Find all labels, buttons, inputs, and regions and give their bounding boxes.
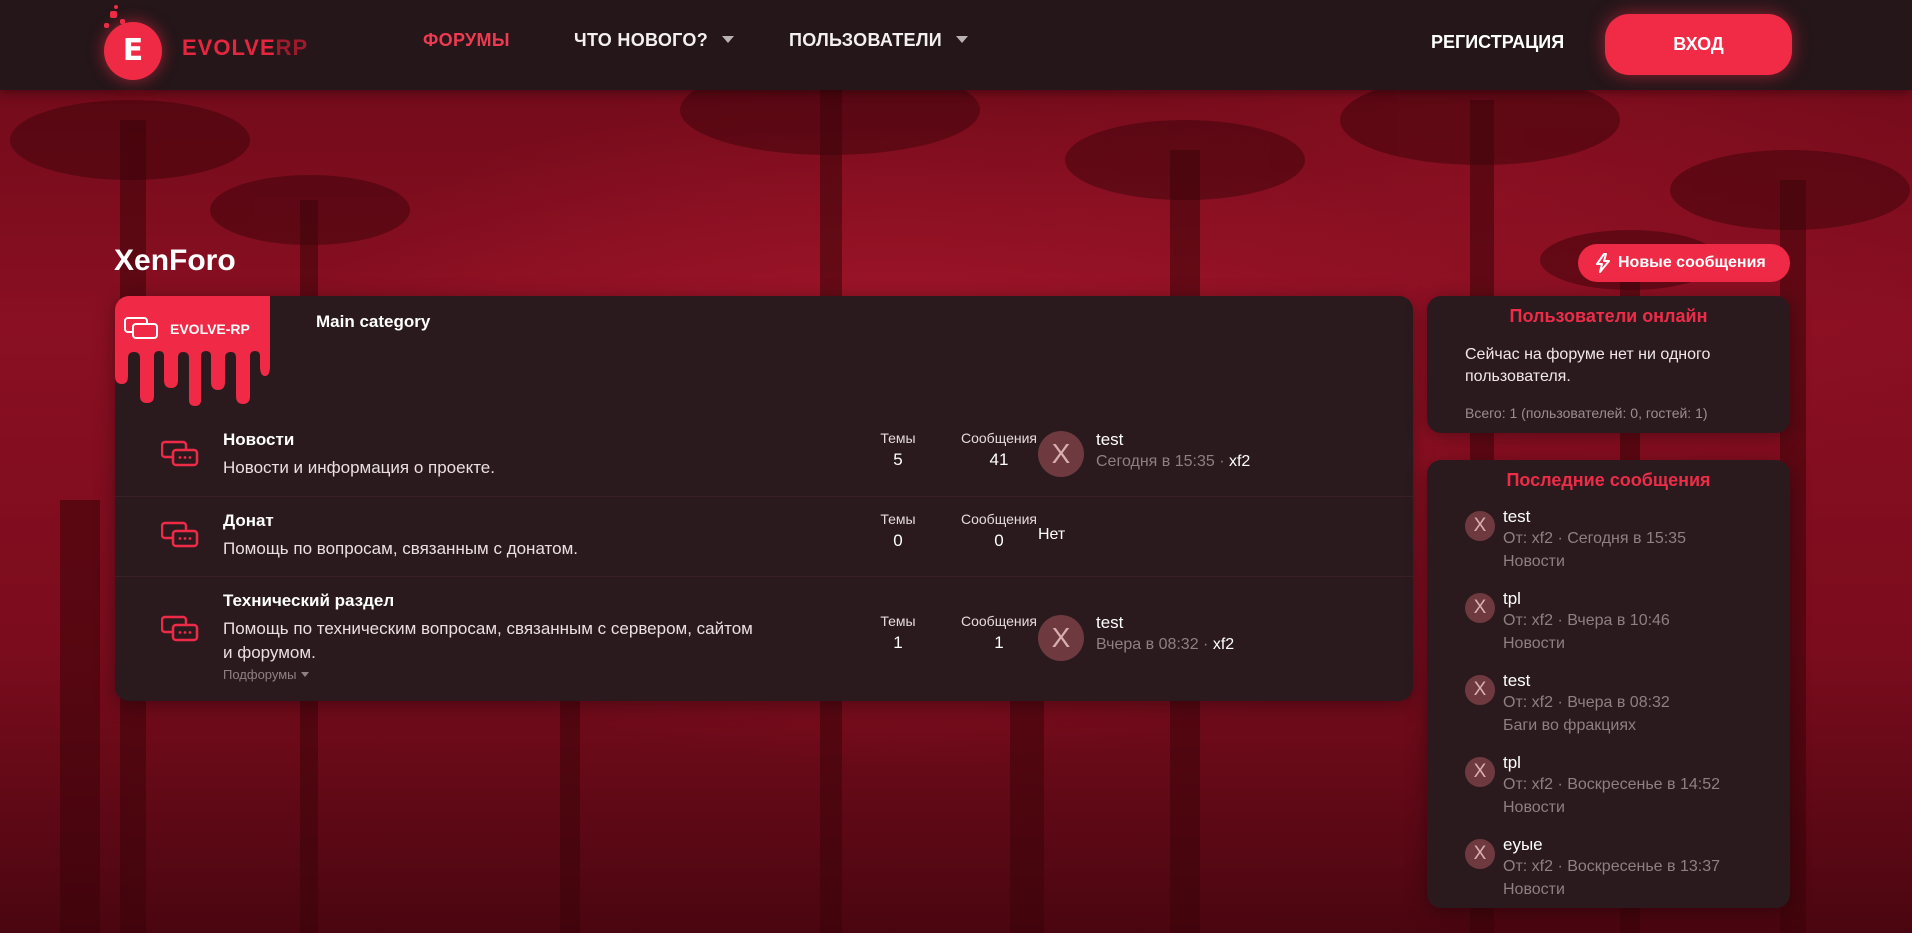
category-banner: EVOLVE-RP bbox=[115, 296, 270, 406]
logo-text-main: EVOLVE bbox=[182, 35, 276, 60]
logo-particle bbox=[110, 11, 117, 18]
online-users-text: Сейчас на форуме нет ни одного пользоват… bbox=[1465, 346, 1711, 385]
latest-post-title[interactable]: tpl bbox=[1503, 589, 1521, 609]
latest-post-item: X tpl От: xf2 · Воскресенье в 14:52 Ново… bbox=[1465, 753, 1765, 823]
avatar[interactable]: X bbox=[1465, 839, 1495, 869]
forum-node-technical: Технический раздел Помощь по техническим… bbox=[115, 576, 1413, 701]
forum-node-description: Помощь по техническим вопросам, связанны… bbox=[223, 617, 833, 665]
latest-post-forum[interactable]: Новости bbox=[1503, 553, 1565, 571]
register-link[interactable]: РЕГИСТРАЦИЯ bbox=[1431, 32, 1564, 53]
latest-post-item: X tpl От: xf2 · Вчера в 10:46 Новости bbox=[1465, 589, 1765, 659]
messages-label: Сообщения bbox=[961, 511, 1037, 527]
site-logo[interactable]: E EVOLVERP bbox=[100, 5, 320, 80]
logo-text-accent: RP bbox=[275, 35, 309, 60]
bolt-icon bbox=[1596, 253, 1610, 273]
threads-count: 5 bbox=[893, 450, 903, 469]
online-users-title[interactable]: Пользователи онлайн bbox=[1427, 306, 1790, 327]
login-button[interactable]: ВХОД bbox=[1605, 14, 1792, 75]
nav-members[interactable]: ПОЛЬЗОВАТЕЛИ bbox=[789, 30, 969, 51]
last-post-user[interactable]: xf2 bbox=[1229, 453, 1250, 470]
latest-posts-title[interactable]: Последние сообщения bbox=[1427, 470, 1790, 491]
new-posts-label: Новые сообщения bbox=[1618, 254, 1766, 271]
description-line: Помощь по техническим вопросам, связанны… bbox=[223, 619, 753, 638]
latest-post-forum[interactable]: Новости bbox=[1503, 881, 1565, 899]
last-post-user[interactable]: xf2 bbox=[1213, 636, 1234, 653]
forum-chat-icon bbox=[161, 615, 199, 642]
avatar[interactable]: X bbox=[1465, 757, 1495, 787]
forum-node-description: Помощь по вопросам, связанным с донатом. bbox=[223, 539, 578, 558]
page-title: XenForo bbox=[114, 244, 236, 277]
latest-post-item: X test От: xf2 · Сегодня в 15:35 Новости bbox=[1465, 507, 1765, 577]
logo-particle bbox=[114, 5, 118, 9]
forum-category-panel: EVOLVE-RP Main category Новости Новости … bbox=[115, 296, 1413, 701]
caret-down-icon[interactable] bbox=[956, 36, 969, 43]
latest-posts-block: Последние сообщения X test От: xf2 · Сег… bbox=[1427, 460, 1790, 908]
nav-members-label: ПОЛЬЗОВАТЕЛИ bbox=[789, 30, 943, 50]
forum-node-news: Новости Новости и информация о проекте. … bbox=[115, 416, 1413, 496]
nav-whats-new[interactable]: ЧТО НОВОГО? bbox=[574, 30, 735, 51]
forum-node-title[interactable]: Новости bbox=[223, 430, 294, 450]
subforums-label: Подфорумы bbox=[223, 667, 297, 682]
last-post-title[interactable]: test bbox=[1096, 430, 1123, 450]
forum-node-title[interactable]: Технический раздел bbox=[223, 591, 394, 611]
description-line: и форумом. bbox=[223, 643, 316, 662]
threads-stat: Темы 5 bbox=[862, 430, 934, 470]
threads-label: Темы bbox=[880, 430, 916, 446]
last-post-time[interactable]: Вчера в 08:32 bbox=[1096, 636, 1199, 653]
forum-node-title[interactable]: Донат bbox=[223, 511, 274, 531]
subforums-toggle[interactable]: Подфорумы bbox=[223, 667, 309, 682]
nav-forums[interactable]: ФОРУМЫ bbox=[423, 30, 510, 51]
forum-chat-icon bbox=[161, 521, 199, 548]
latest-post-item: X eyыe От: xf2 · Воскресенье в 13:37 Нов… bbox=[1465, 835, 1765, 905]
last-post-meta: Вчера в 08:32 · xf2 bbox=[1096, 636, 1235, 653]
latest-post-forum[interactable]: Баги во фракциях bbox=[1503, 717, 1636, 735]
latest-post-title[interactable]: tpl bbox=[1503, 753, 1521, 773]
last-post-meta: Сегодня в 15:35 · xf2 bbox=[1096, 453, 1251, 470]
latest-post-title[interactable]: test bbox=[1503, 671, 1530, 691]
no-last-post: Нет bbox=[1038, 526, 1066, 543]
forum-node-description: Новости и информация о проекте. bbox=[223, 458, 495, 477]
logo-drop-icon: E bbox=[104, 22, 162, 80]
latest-post-meta: От: xf2 · Вчера в 08:32 bbox=[1503, 694, 1670, 711]
avatar[interactable]: X bbox=[1038, 431, 1084, 477]
threads-stat: Темы 0 bbox=[862, 511, 934, 551]
avatar[interactable]: X bbox=[1465, 593, 1495, 623]
forum-chat-icon bbox=[161, 440, 199, 467]
top-navigation-bar: E EVOLVERP ФОРУМЫ ЧТО НОВОГО? ПОЛЬЗОВАТЕ… bbox=[0, 0, 1912, 90]
online-users-block: Пользователи онлайн Сейчас на форуме нет… bbox=[1427, 296, 1790, 433]
logo-particle bbox=[104, 23, 109, 28]
logo-text: EVOLVERP bbox=[182, 35, 308, 61]
avatar[interactable]: X bbox=[1465, 675, 1495, 705]
nav-whats-new-label: ЧТО НОВОГО? bbox=[574, 30, 709, 50]
caret-down-icon bbox=[300, 672, 309, 677]
latest-post-forum[interactable]: Новости bbox=[1503, 635, 1565, 653]
avatar[interactable]: X bbox=[1038, 615, 1084, 661]
latest-post-item: X test От: xf2 · Вчера в 08:32 Баги во ф… bbox=[1465, 671, 1765, 741]
latest-post-title[interactable]: test bbox=[1503, 507, 1530, 527]
latest-post-forum[interactable]: Новости bbox=[1503, 799, 1565, 817]
threads-stat: Темы 1 bbox=[862, 613, 934, 653]
online-users-total: Всего: 1 (пользователей: 0, гостей: 1) bbox=[1465, 405, 1708, 421]
latest-post-meta: От: xf2 · Сегодня в 15:35 bbox=[1503, 530, 1686, 547]
threads-count: 0 bbox=[893, 531, 903, 550]
latest-post-meta: От: xf2 · Воскресенье в 13:37 bbox=[1503, 858, 1720, 875]
latest-post-title[interactable]: eyыe bbox=[1503, 835, 1543, 855]
threads-count: 1 bbox=[893, 633, 903, 652]
category-title[interactable]: Main category bbox=[316, 312, 430, 332]
forum-node-donate: Донат Помощь по вопросам, связанным с до… bbox=[115, 496, 1413, 576]
logo-letter: E bbox=[122, 33, 144, 68]
logo-particle bbox=[120, 19, 125, 24]
latest-post-meta: От: xf2 · Вчера в 10:46 bbox=[1503, 612, 1670, 629]
caret-down-icon[interactable] bbox=[722, 36, 735, 43]
latest-post-meta: От: xf2 · Воскресенье в 14:52 bbox=[1503, 776, 1720, 793]
avatar[interactable]: X bbox=[1465, 511, 1495, 541]
new-posts-button[interactable]: Новые сообщения bbox=[1578, 244, 1790, 282]
last-post-time[interactable]: Сегодня в 15:35 bbox=[1096, 453, 1215, 470]
threads-label: Темы bbox=[880, 613, 916, 629]
category-banner-text: EVOLVE-RP bbox=[170, 321, 250, 337]
last-post-title[interactable]: test bbox=[1096, 613, 1123, 633]
threads-label: Темы bbox=[880, 511, 916, 527]
